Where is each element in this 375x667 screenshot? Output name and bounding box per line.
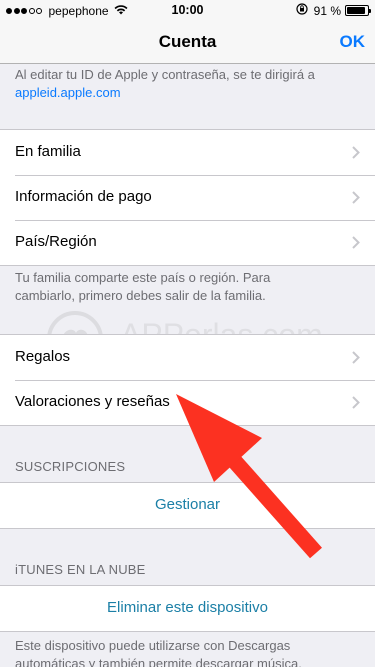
chevron-right-icon: [352, 351, 360, 369]
page-title: Cuenta: [158, 32, 217, 51]
row-regalos[interactable]: Regalos: [0, 335, 375, 380]
apple-id-note-text: Al editar tu ID de Apple y contraseña, s…: [15, 67, 315, 82]
downloads-note-line2: automáticas y también permite descargar …: [15, 656, 302, 667]
subscriptions-group: Gestionar: [0, 482, 375, 529]
status-bar: pepephone 10:00 91 %: [0, 0, 375, 20]
itunes-cloud-group: Eliminar este dispositivo: [0, 585, 375, 632]
row-label: Valoraciones y reseñas: [15, 393, 170, 410]
manage-subscriptions-button[interactable]: Gestionar: [0, 496, 375, 513]
row-label: Regalos: [15, 348, 71, 365]
family-note-line2: cambiarlo, primero debes salir de la fam…: [15, 288, 266, 303]
remove-device-button[interactable]: Eliminar este dispositivo: [0, 599, 375, 616]
downloads-note-line1: Este dispositivo puede utilizarse con De…: [15, 638, 291, 653]
section-header-subscriptions: SUSCRIPCIONES: [15, 459, 126, 474]
row-gestionar[interactable]: Gestionar: [0, 483, 375, 528]
battery-icon: [345, 5, 371, 16]
downloads-note: Este dispositivo puede utilizarse con De…: [15, 637, 365, 667]
gifts-reviews-group: Regalos Valoraciones y reseñas: [0, 334, 375, 426]
ok-button[interactable]: OK: [340, 32, 366, 52]
row-en-familia[interactable]: En familia: [0, 130, 375, 175]
row-informacion-de-pago[interactable]: Información de pago: [0, 175, 375, 220]
chevron-right-icon: [352, 191, 360, 209]
rotation-lock-icon: [296, 3, 308, 18]
chevron-right-icon: [352, 396, 360, 414]
section-header-itunes-cloud: iTUNES EN LA NUBE: [15, 562, 146, 577]
family-note: Tu familia comparte este país o región. …: [15, 269, 365, 305]
row-label: En familia: [15, 143, 81, 160]
chevron-right-icon: [352, 236, 360, 254]
apple-id-note: Al editar tu ID de Apple y contraseña, s…: [15, 66, 365, 102]
row-valoraciones-y-resenas[interactable]: Valoraciones y reseñas: [0, 380, 375, 425]
status-right: 91 %: [296, 3, 371, 18]
family-note-line1: Tu familia comparte este país o región. …: [15, 270, 271, 285]
battery-percentage: 91 %: [313, 3, 341, 18]
navigation-bar: Cuenta OK: [0, 20, 375, 64]
row-label: Información de pago: [15, 188, 152, 205]
row-label: País/Región: [15, 233, 97, 250]
row-pais-region[interactable]: País/Región: [0, 220, 375, 265]
account-settings-group: En familia Información de pago País/Regi…: [0, 129, 375, 266]
chevron-right-icon: [352, 146, 360, 164]
row-eliminar-dispositivo[interactable]: Eliminar este dispositivo: [0, 586, 375, 631]
appleid-link[interactable]: appleid.apple.com: [15, 84, 365, 102]
